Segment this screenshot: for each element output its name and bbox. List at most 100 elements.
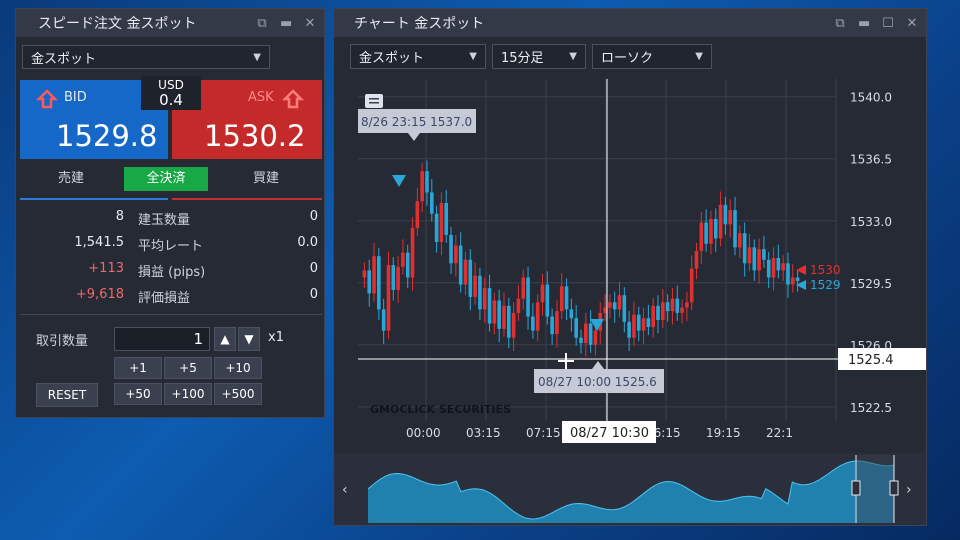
candle-body [487,288,492,324]
crosshair-price-label: 1525.4 [848,353,894,368]
candle-body [752,247,757,271]
candle-body [622,295,627,322]
qty-up-button[interactable]: ▲ [214,327,236,351]
y-tick-label: 1529.5 [850,277,892,291]
candle-body [367,270,372,294]
close-icon[interactable]: ✕ [304,16,316,31]
divider [20,314,322,315]
chart-style-select[interactable]: ローソク ▼ [592,44,712,69]
candle-body [468,259,473,297]
stat-sell-value: +9,618 [75,287,124,302]
qty-input[interactable]: 1 [114,327,210,351]
candle-body [584,323,588,344]
spread-box: USD 0.4 [141,76,201,110]
symbol-select[interactable]: 金スポット ▼ [22,45,270,69]
chart-panel-titlebar[interactable]: チャート 金スポット ⧉ ▬ ☐ ✕ [334,9,926,37]
candle-body [636,314,641,331]
ask-last-tag: 1530 [810,263,841,277]
chart-panel: チャート 金スポット ⧉ ▬ ☐ ✕ 金スポット ▼ 15分足 ▼ ローソク ▼… [333,8,927,526]
popout-icon[interactable]: ⧉ [256,16,268,31]
candle-body [545,284,550,317]
candle-body [742,233,747,264]
x-tick-label: 19:15 [706,426,741,440]
qty-add-500-button[interactable]: +500 [214,383,262,405]
candle-body [372,256,376,294]
candle-body [516,298,521,313]
candle-body [550,316,554,335]
qty-add-5-button[interactable]: +5 [164,357,212,379]
candle-body [521,277,526,299]
candle-body [790,277,795,285]
timeframe-value: 15分足 [501,51,544,66]
chart-area[interactable]: 1540.0 1536.5 1533.0 1529.5 1526.0 1522.5 00:… [334,71,926,451]
candle-body [713,218,718,239]
order-panel-titlebar[interactable]: スピード注文 金スポット ⧉ ▬ ✕ [16,9,324,37]
candle-body [786,263,790,285]
timeframe-select[interactable]: 15分足 ▼ [492,44,586,69]
stat-label: 建玉数量 [138,213,191,228]
popout-icon[interactable]: ⧉ [834,16,846,31]
chart-style-value: ローソク [601,51,654,66]
qty-add-1-button[interactable]: +1 [114,357,162,379]
close-icon[interactable]: ✕ [906,16,918,31]
chart-symbol-select[interactable]: 金スポット ▼ [350,44,486,69]
maximize-icon[interactable]: ☐ [882,16,894,31]
comment-icon[interactable] [365,94,383,108]
candle-body [559,286,564,312]
stat-row-position-qty: 8 建玉数量 0 [16,209,326,229]
chart-navigator[interactable]: ‹ › [334,453,926,525]
ask-label: ASK [248,90,274,105]
navigator-left-handle[interactable] [851,480,861,496]
tab-sell[interactable]: 売建 [36,167,106,191]
qty-label: 取引数量 [36,334,89,349]
scroll-left-icon[interactable]: ‹ [342,482,348,498]
minimize-icon[interactable]: ▬ [858,16,870,31]
y-tick-label: 1533.0 [850,215,892,229]
candlestick-chart[interactable]: 1540.01536.51533.01529.51526.01522.5 00:… [334,71,926,451]
candle-body [454,245,458,264]
qty-add-50-button[interactable]: +50 [114,383,162,405]
navigator-svg[interactable]: ‹ › [334,453,926,525]
crosshair-time-label: 08/27 10:30 [570,426,649,441]
watermark-text: GMOCLICK SECURITIES [370,403,511,416]
candle-body [463,259,468,285]
scroll-right-icon[interactable]: › [906,482,912,498]
minimize-icon[interactable]: ▬ [280,16,292,31]
navigator-right-handle[interactable] [889,480,899,496]
tab-buy[interactable]: 買建 [226,167,306,191]
stat-buy-value: 0 [309,287,318,302]
reset-button[interactable]: RESET [36,383,98,407]
bid-arrow-icon [36,89,58,109]
qty-multiplier: x1 [268,330,284,345]
qty-add-10-button[interactable]: +10 [214,357,262,379]
candle-body [377,256,381,310]
chevron-down-icon: ▼ [469,51,477,62]
x-tick-label: 22:1 [766,426,793,440]
candle-body [632,314,636,338]
navigator-window[interactable] [855,455,895,523]
candle-body [728,210,733,225]
x-tick-label: 00:00 [406,426,441,440]
spread-value: 0.4 [159,91,183,109]
candle-body [410,227,415,278]
candle-body [381,309,386,331]
candle-body [689,268,694,303]
candle-body [439,203,444,243]
candle-body [646,318,651,328]
candle-body [608,302,612,308]
qty-down-button[interactable]: ▼ [238,327,260,351]
ask-price: 1530.2 [204,119,306,153]
candle-body [680,307,684,313]
candle-body [478,275,482,310]
candle-body [675,298,680,313]
candle-body [531,316,535,331]
chevron-down-icon: ▼ [569,51,577,62]
stat-label: 平均レート [138,239,204,254]
close-all-button[interactable]: 全決済 [124,167,208,191]
candle-body [405,252,410,278]
candle-body [733,210,737,248]
candle-body [661,302,665,320]
stat-row-pips: +113 損益 (pips) 0 [16,261,326,281]
qty-add-100-button[interactable]: +100 [164,383,212,405]
candle-body [444,203,449,235]
